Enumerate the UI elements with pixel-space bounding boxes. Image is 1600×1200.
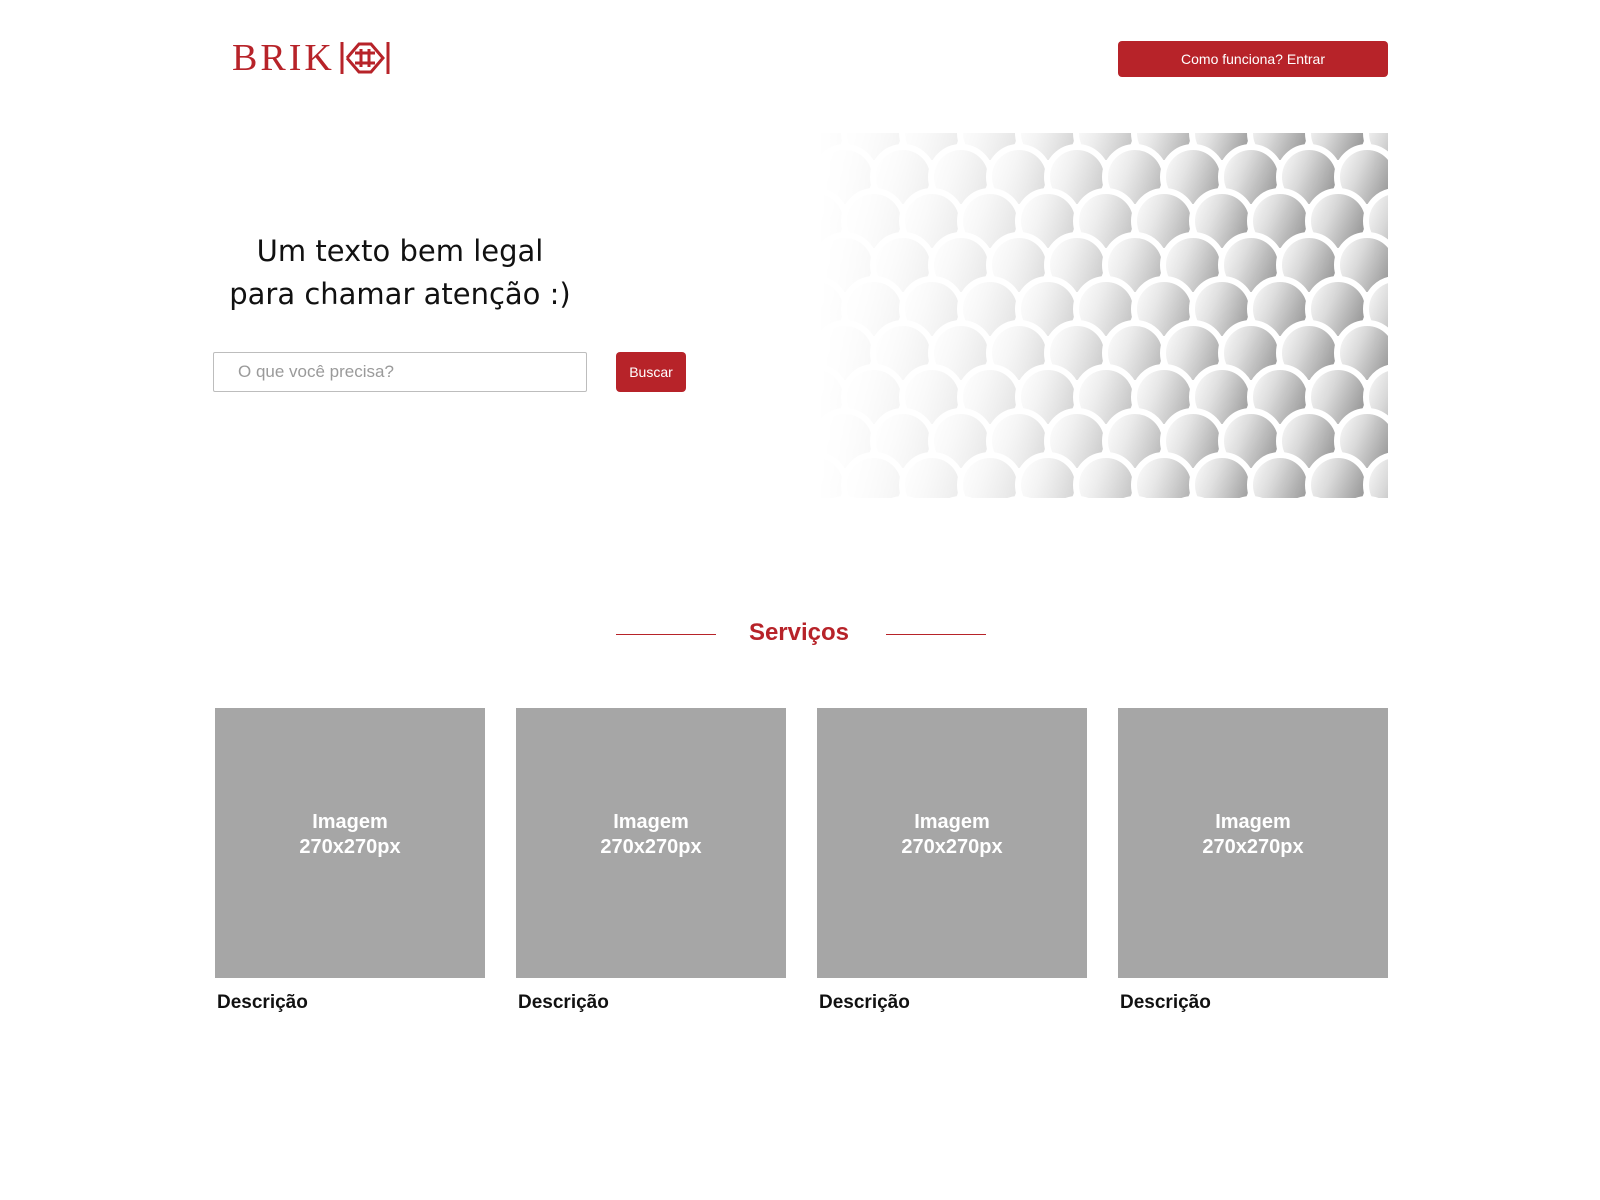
service-card[interactable]: Imagem 270x270px Descrição	[1118, 708, 1388, 1015]
pattern-scale	[1131, 452, 1197, 498]
image-placeholder-line-2: 270x270px	[600, 836, 702, 858]
logo-mark-icon	[340, 42, 390, 74]
service-card[interactable]: Imagem 270x270px Descrição	[215, 708, 485, 1015]
image-placeholder-line-2: 270x270px	[1202, 836, 1304, 858]
hero-heading-line-1: Um texto bem legal	[256, 234, 544, 268]
pattern-scale	[899, 452, 965, 498]
service-card-description[interactable]: Descrição	[217, 991, 485, 1015]
image-placeholder-label: Imagem 270x270px	[1202, 810, 1303, 860]
image-placeholder-line-1: Imagem	[613, 811, 689, 833]
image-placeholder-label: Imagem 270x270px	[901, 810, 1002, 860]
services-divider-right	[886, 634, 986, 635]
hero-heading-line-2: para chamar atenção :)	[229, 277, 571, 311]
pattern-scale	[1189, 452, 1255, 498]
image-placeholder-line-1: Imagem	[312, 811, 388, 833]
pattern-scale	[1015, 452, 1081, 498]
pattern-scale	[1073, 452, 1139, 498]
image-placeholder-label: Imagem 270x270px	[600, 810, 701, 860]
service-card-description[interactable]: Descrição	[1120, 991, 1388, 1015]
pattern-scale	[957, 452, 1023, 498]
pattern-scale	[841, 452, 907, 498]
brand-logo[interactable]: BRIK	[232, 38, 391, 78]
hero-heading: Um texto bem legal para chamar atenção :…	[200, 230, 600, 316]
services-card-list: Imagem 270x270px Descrição Imagem 270x27…	[215, 708, 1390, 1028]
image-placeholder-label: Imagem 270x270px	[299, 810, 400, 860]
image-placeholder-line-2: 270x270px	[901, 836, 1003, 858]
service-card-image[interactable]: Imagem 270x270px	[215, 708, 485, 978]
image-placeholder-line-1: Imagem	[914, 811, 990, 833]
service-card-image[interactable]: Imagem 270x270px	[1118, 708, 1388, 978]
image-placeholder-line-1: Imagem	[1215, 811, 1291, 833]
services-section-header: Serviços	[0, 616, 1600, 650]
service-card-image[interactable]: Imagem 270x270px	[516, 708, 786, 978]
pattern-scale	[1305, 452, 1371, 498]
service-card-description[interactable]: Descrição	[518, 991, 786, 1015]
service-card-image[interactable]: Imagem 270x270px	[817, 708, 1087, 978]
image-placeholder-line-2: 270x270px	[299, 836, 401, 858]
search-input[interactable]	[213, 352, 587, 392]
service-card[interactable]: Imagem 270x270px Descrição	[516, 708, 786, 1015]
services-title: Serviços	[748, 619, 850, 646]
scale-pattern-image	[816, 133, 1388, 498]
search-button[interactable]: Buscar	[616, 352, 686, 392]
hero-pattern-image	[816, 133, 1388, 498]
pattern-scale	[1247, 452, 1313, 498]
logo-text: BRIK	[232, 37, 335, 79]
services-divider-left	[616, 634, 716, 635]
how-it-works-login-button[interactable]: Como funciona? Entrar	[1118, 41, 1388, 77]
service-card-description[interactable]: Descrição	[819, 991, 1087, 1015]
service-card[interactable]: Imagem 270x270px Descrição	[817, 708, 1087, 1015]
